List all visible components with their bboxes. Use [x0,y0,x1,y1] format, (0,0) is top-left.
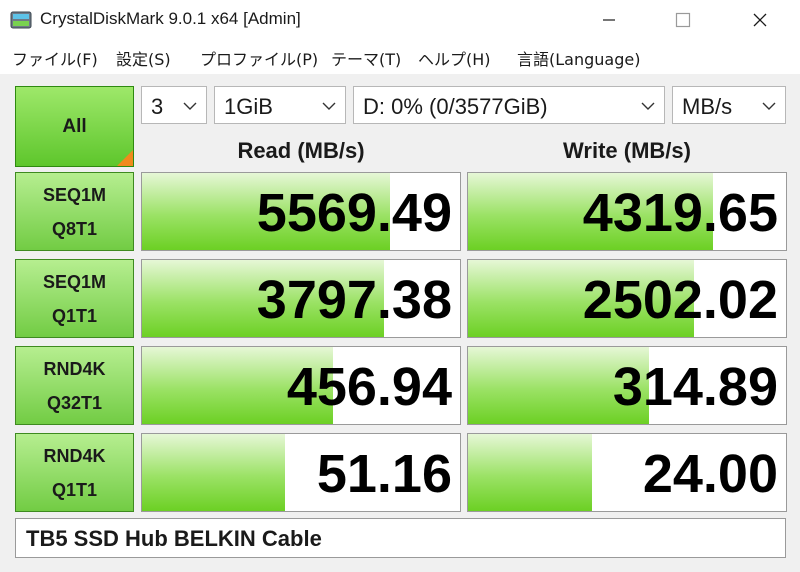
drive-value: D: 0% (0/3577GiB) [363,94,548,119]
test-params: Q1T1 [51,305,98,326]
write-level-bar [468,434,593,511]
write-result-seq1m-q8t1: 4319.65 [467,172,787,251]
comment-text: TB5 SSD Hub BELKIN Cable [26,526,322,551]
chevron-down-icon [183,102,197,110]
menu-settings[interactable]: 設定(S) [116,46,171,70]
unit-value: MB/s [682,94,733,119]
read-value: 51.16 [316,444,452,504]
menu-help[interactable]: ヘルプ(H) [418,46,491,70]
close-button[interactable] [733,0,787,40]
chevron-down-icon [641,102,655,110]
read-result-rnd4k-q1t1: 51.16 [141,433,461,512]
maximize-icon [675,12,691,28]
menu-theme[interactable]: テーマ(T) [331,46,401,70]
menu-profile[interactable]: プロファイル(P) [200,46,318,70]
read-result-rnd4k-q32t1: 456.94 [141,346,461,425]
write-value: 24.00 [642,444,778,504]
write-value: 2502.02 [582,270,778,330]
write-value: 4319.65 [582,183,778,243]
write-result-rnd4k-q1t1: 24.00 [467,433,787,512]
chevron-down-icon [322,102,336,110]
comment-field[interactable]: TB5 SSD Hub BELKIN Cable [15,518,786,558]
test-params: Q1T1 [51,479,98,500]
test-name: RND4K [43,358,106,379]
read-value: 456.94 [286,357,452,417]
window-title: CrystalDiskMark 9.0.1 x64 [Admin] [40,9,301,28]
menu-language[interactable]: 言語(Language) [517,46,640,70]
unit-select[interactable]: MB/s [672,86,786,124]
menu-bar: ファイル(F) 設定(S) プロファイル(P) テーマ(T) ヘルプ(H) 言語… [0,40,800,74]
test-name: SEQ1M [42,184,107,205]
test-count-value: 3 [151,94,164,119]
test-params: Q8T1 [51,218,98,239]
minimize-icon [603,19,615,21]
test-name: RND4K [43,445,106,466]
write-result-seq1m-q1t1: 2502.02 [467,259,787,338]
read-header: Read (MB/s) [237,138,365,163]
write-result-rnd4k-q32t1: 314.89 [467,346,787,425]
drive-select[interactable]: D: 0% (0/3577GiB) [353,86,665,124]
write-header: Write (MB/s) [563,138,691,163]
test-count-select[interactable]: 3 [141,86,207,124]
corner-marker [117,150,133,166]
title-bar: CrystalDiskMark 9.0.1 x64 [Admin] [0,0,800,40]
read-level-bar [142,434,286,511]
close-icon [753,13,767,27]
read-result-seq1m-q8t1: 5569.49 [141,172,461,251]
test-size-value: 1GiB [224,94,273,119]
test-size-select[interactable]: 1GiB [214,86,346,124]
maximize-button[interactable] [656,0,710,40]
test-button-rnd4k-q32t1[interactable]: RND4K Q32T1 [15,346,134,425]
test-button-seq1m-q1t1[interactable]: SEQ1M Q1T1 [15,259,134,338]
run-all-button[interactable]: All [15,86,134,167]
read-value: 3797.38 [256,270,452,330]
run-all-label: All [62,115,87,137]
chevron-down-icon [762,102,776,110]
write-value: 314.89 [612,357,778,417]
test-button-seq1m-q8t1[interactable]: SEQ1M Q8T1 [15,172,134,251]
test-button-rnd4k-q1t1[interactable]: RND4K Q1T1 [15,433,134,512]
test-params: Q32T1 [46,392,103,413]
read-value: 5569.49 [256,183,452,243]
test-name: SEQ1M [42,271,107,292]
minimize-button[interactable] [582,0,636,40]
menu-file[interactable]: ファイル(F) [12,46,98,70]
disk-icon [10,11,32,29]
read-result-seq1m-q1t1: 3797.38 [141,259,461,338]
